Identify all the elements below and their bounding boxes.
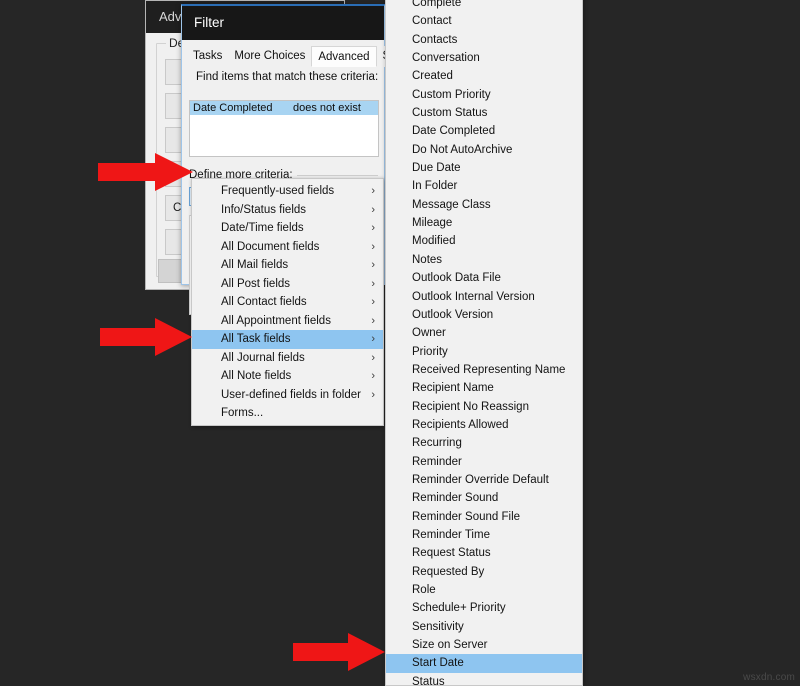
chevron-right-icon: › [371, 185, 375, 197]
menu-item-all-mail-fields[interactable]: All Mail fields › [192, 256, 383, 275]
menu-item-all-journal-fields[interactable]: All Journal fields › [192, 349, 383, 368]
menu-item-label: All Mail fields [221, 259, 289, 271]
menu-item-all-note-fields[interactable]: All Note fields › [192, 367, 383, 386]
menu-item-info-status-fields[interactable]: Info/Status fields › [192, 201, 383, 220]
submenu-item-outlook-version[interactable]: Outlook Version [386, 306, 582, 324]
tab-more-choices[interactable]: More Choices [228, 46, 312, 67]
submenu-item-request-status[interactable]: Request Status [386, 544, 582, 562]
submenu-item-requested-by[interactable]: Requested By [386, 563, 582, 581]
menu-item-label: All Document fields [221, 240, 320, 253]
menu-item-all-contact-fields[interactable]: All Contact fields › [192, 293, 383, 312]
menu-item-label: All Note fields [221, 370, 292, 382]
menu-item-label: All Task fields [221, 333, 291, 345]
submenu-item-recurring[interactable]: Recurring [386, 434, 582, 452]
menu-item-label: All Contact fields [221, 296, 307, 308]
chevron-right-icon: › [371, 203, 375, 216]
menu-item-date-time-fields[interactable]: Date/Time fields › [192, 219, 383, 238]
submenu-item-conversation[interactable]: Conversation [386, 49, 582, 67]
chevron-right-icon: › [371, 333, 375, 345]
all-task-fields-submenu[interactable]: Complete Contact Contacts Conversation C… [385, 0, 583, 686]
tab-tasks[interactable]: Tasks [187, 46, 229, 67]
submenu-item-received-representing-name[interactable]: Received Representing Name [386, 361, 582, 379]
menu-item-forms[interactable]: Forms... [192, 404, 383, 423]
submenu-item-schedule-plus-priority[interactable]: Schedule+ Priority [386, 599, 582, 617]
filter-dialog-title: Filter [182, 6, 384, 40]
submenu-item-start-date[interactable]: Start Date [386, 654, 582, 673]
submenu-item-recipient-no-reassign[interactable]: Recipient No Reassign [386, 398, 582, 416]
menu-item-frequently-used-fields[interactable]: Frequently-used fields › [192, 182, 383, 201]
submenu-item-notes[interactable]: Notes [386, 251, 582, 269]
criteria-condition-value: does not exist [293, 102, 361, 114]
menu-item-user-defined-fields-in-folder[interactable]: User-defined fields in folder › [192, 386, 383, 405]
menu-item-label: All Journal fields [221, 351, 305, 364]
chevron-right-icon: › [371, 370, 375, 382]
submenu-item-custom-priority[interactable]: Custom Priority [386, 86, 582, 104]
submenu-item-owner[interactable]: Owner [386, 324, 582, 342]
menu-item-label: Forms... [221, 407, 264, 419]
menu-item-all-post-fields[interactable]: All Post fields › [192, 275, 383, 294]
submenu-item-reminder-override-default[interactable]: Reminder Override Default [386, 471, 582, 489]
watermark-text: wsxdn.com [743, 672, 795, 683]
submenu-item-recipients-allowed[interactable]: Recipients Allowed [386, 416, 582, 434]
submenu-item-reminder-time[interactable]: Reminder Time [386, 526, 582, 544]
menu-item-all-document-fields[interactable]: All Document fields › [192, 238, 383, 257]
chevron-right-icon: › [371, 296, 375, 308]
submenu-item-custom-status[interactable]: Custom Status [386, 104, 582, 122]
chevron-right-icon: › [371, 222, 375, 234]
submenu-item-role[interactable]: Role [386, 581, 582, 599]
submenu-item-contacts[interactable]: Contacts [386, 31, 582, 49]
menu-item-all-task-fields[interactable]: All Task fields › [192, 330, 383, 349]
tab-advanced[interactable]: Advanced [311, 46, 377, 67]
submenu-item-complete[interactable]: Complete [386, 0, 582, 12]
chevron-right-icon: › [371, 240, 375, 253]
submenu-item-reminder-sound[interactable]: Reminder Sound [386, 489, 582, 507]
submenu-item-created[interactable]: Created [386, 67, 582, 85]
submenu-item-date-completed[interactable]: Date Completed [386, 122, 582, 140]
menu-item-label: All Appointment fields [221, 314, 331, 327]
submenu-item-due-date[interactable]: Due Date [386, 159, 582, 177]
chevron-right-icon: › [371, 259, 375, 271]
submenu-item-contact[interactable]: Contact [386, 12, 582, 30]
submenu-item-outlook-internal-version[interactable]: Outlook Internal Version [386, 288, 582, 306]
submenu-item-sensitivity[interactable]: Sensitivity [386, 618, 582, 636]
chevron-right-icon: › [371, 314, 375, 327]
menu-item-label: Date/Time fields [221, 222, 304, 234]
submenu-item-priority[interactable]: Priority [386, 343, 582, 361]
submenu-item-mileage[interactable]: Mileage [386, 214, 582, 232]
submenu-item-do-not-autoarchive[interactable]: Do Not AutoArchive [386, 141, 582, 159]
submenu-item-status[interactable]: Status [386, 673, 582, 685]
submenu-item-reminder-sound-file[interactable]: Reminder Sound File [386, 508, 582, 526]
criteria-instruction-label: Find items that match these criteria: [196, 71, 379, 83]
submenu-item-modified[interactable]: Modified [386, 232, 582, 250]
submenu-item-in-folder[interactable]: In Folder [386, 177, 582, 195]
criteria-field-name: Date Completed [193, 102, 273, 114]
field-dropdown-menu[interactable]: Frequently-used fields › Info/Status fie… [191, 178, 384, 426]
criteria-listbox[interactable]: Date Completed does not exist [189, 100, 379, 157]
menu-item-label: Info/Status fields [221, 203, 307, 216]
menu-item-label: User-defined fields in folder [221, 388, 361, 401]
legend-rule [296, 174, 378, 176]
chevron-right-icon: › [371, 388, 375, 401]
menu-item-all-appointment-fields[interactable]: All Appointment fields › [192, 312, 383, 331]
criteria-list-item[interactable]: Date Completed does not exist [190, 101, 378, 115]
submenu-item-size-on-server[interactable]: Size on Server [386, 636, 582, 654]
submenu-item-reminder[interactable]: Reminder [386, 453, 582, 471]
menu-item-label: Frequently-used fields [221, 185, 335, 197]
chevron-right-icon: › [371, 277, 375, 290]
submenu-item-recipient-name[interactable]: Recipient Name [386, 379, 582, 397]
submenu-item-message-class[interactable]: Message Class [386, 196, 582, 214]
menu-item-label: All Post fields [221, 277, 291, 290]
submenu-item-outlook-data-file[interactable]: Outlook Data File [386, 269, 582, 287]
chevron-right-icon: › [371, 351, 375, 364]
filter-tabstrip: Tasks More Choices Advanced SQL [187, 46, 412, 67]
